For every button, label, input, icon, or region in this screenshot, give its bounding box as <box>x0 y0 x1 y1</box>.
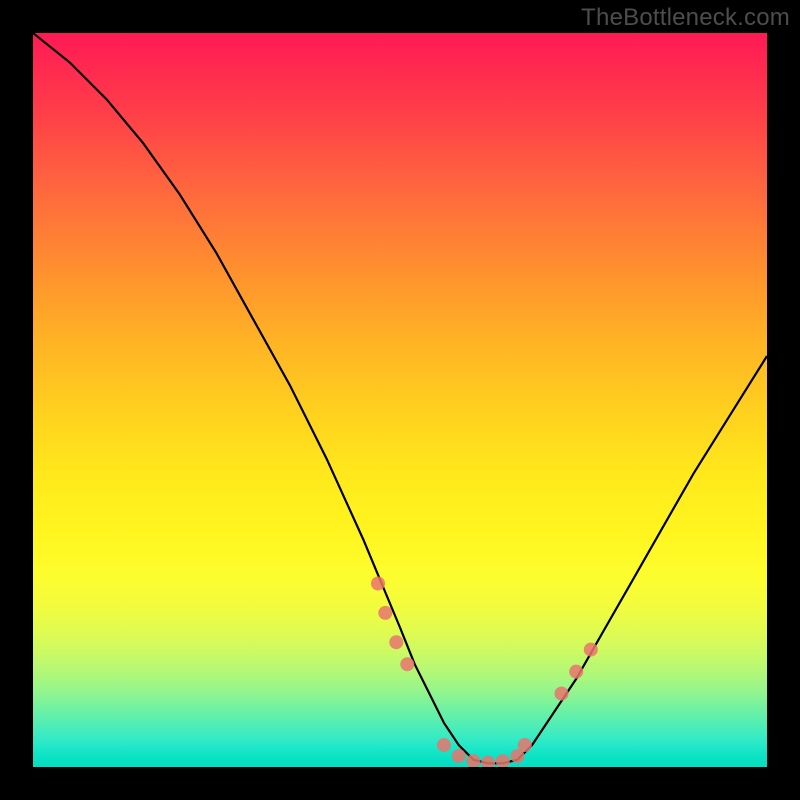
marker-point <box>400 657 414 671</box>
watermark-text: TheBottleneck.com <box>581 4 790 32</box>
marker-point <box>555 687 569 701</box>
chart-frame: TheBottleneck.com <box>0 0 800 800</box>
curve-layer <box>33 33 767 767</box>
marker-point <box>518 738 532 752</box>
marker-point <box>389 635 403 649</box>
plot-area <box>33 33 767 767</box>
marker-point <box>437 738 451 752</box>
marker-point <box>569 665 583 679</box>
marker-point <box>481 756 495 767</box>
marker-point <box>584 643 598 657</box>
marker-point <box>371 577 385 591</box>
marker-point <box>378 606 392 620</box>
marker-group <box>371 577 598 768</box>
marker-point <box>452 749 466 763</box>
marker-point <box>496 754 510 767</box>
bottleneck-curve <box>33 33 767 763</box>
